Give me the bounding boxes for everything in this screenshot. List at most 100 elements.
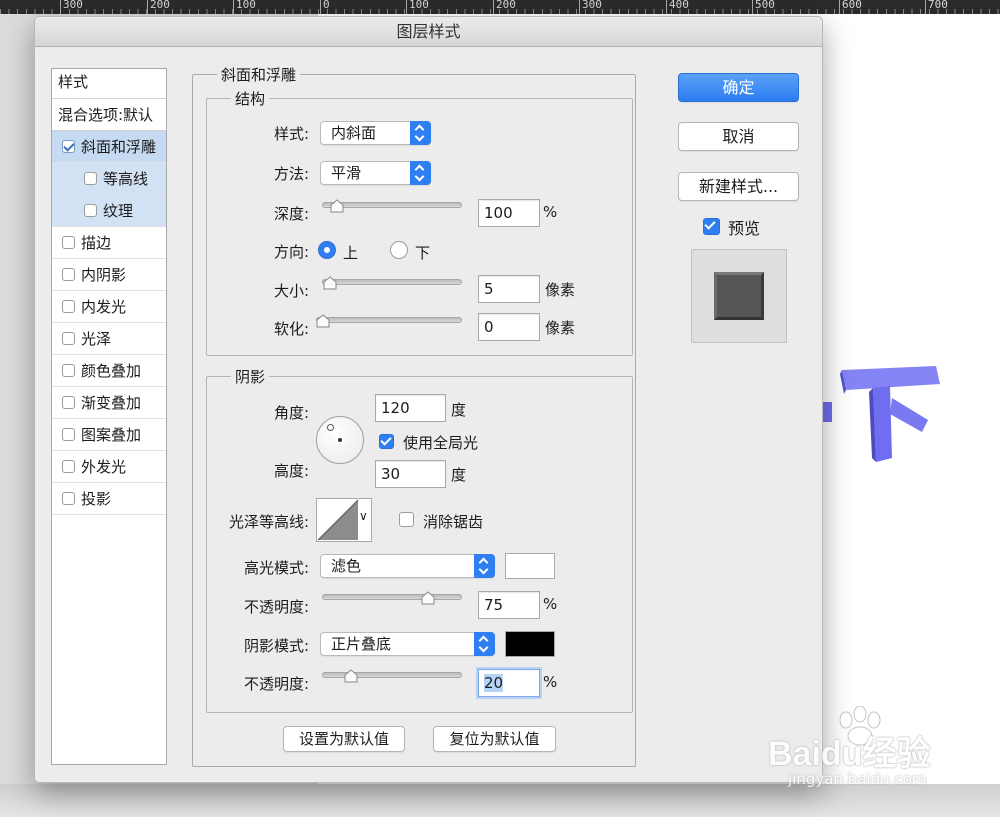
- style-item-label: 渐变叠加: [81, 393, 142, 412]
- ruler-label: 400: [669, 0, 689, 11]
- contour-chevron-down-icon[interactable]: ∨: [359, 509, 368, 523]
- preview-bevel-square: [714, 272, 764, 320]
- style-item-inner-glow[interactable]: 内发光: [52, 291, 166, 323]
- angle-dial-handle[interactable]: [327, 424, 334, 431]
- technique-select[interactable]: 平滑: [320, 161, 431, 185]
- style-item-gradient-overlay[interactable]: 渐变叠加: [52, 387, 166, 419]
- style-item-texture[interactable]: 纹理: [52, 195, 166, 227]
- horizontal-ruler: 300 200 100 0 100 200 300 400 500 600 70…: [0, 0, 1000, 14]
- depth-slider-thumb[interactable]: [329, 199, 345, 213]
- angle-dial[interactable]: [316, 416, 364, 464]
- highlight-mode-label: 高光模式:: [243, 559, 309, 577]
- color-overlay-checkbox[interactable]: [62, 364, 75, 377]
- style-item-contour[interactable]: 等高线: [52, 163, 166, 195]
- ruler-label: 500: [755, 0, 775, 11]
- anti-aliased-label[interactable]: 消除锯齿: [423, 511, 483, 532]
- soften-input[interactable]: 0: [478, 313, 540, 341]
- size-slider-thumb[interactable]: [322, 276, 338, 290]
- style-item-pattern-overlay[interactable]: 图案叠加: [52, 419, 166, 451]
- highlight-color-swatch[interactable]: [505, 553, 555, 579]
- drop-shadow-checkbox[interactable]: [62, 492, 75, 505]
- style-item-label: 内发光: [81, 297, 127, 316]
- bevel-style-select[interactable]: 内斜面: [320, 121, 431, 145]
- pattern-overlay-checkbox[interactable]: [62, 428, 75, 441]
- shadow-opacity-slider[interactable]: [322, 669, 462, 683]
- stroke-checkbox[interactable]: [62, 236, 75, 249]
- global-light-label[interactable]: 使用全局光: [403, 432, 478, 453]
- ruler-label: 300: [63, 0, 83, 11]
- ok-button[interactable]: 确定: [678, 73, 799, 102]
- style-list: 样式 混合选项:默认 斜面和浮雕 等高线 纹理 描边 内阴影 内发光 光泽 颜色…: [51, 68, 167, 765]
- style-label: 样式:: [273, 125, 309, 143]
- watermark-url: jingyan.baidu.com: [788, 770, 927, 788]
- global-light-checkbox[interactable]: [379, 434, 394, 449]
- style-item-bevel-emboss[interactable]: 斜面和浮雕: [52, 131, 166, 163]
- ruler-label: 100: [409, 0, 429, 11]
- reset-default-button[interactable]: 复位为默认值: [433, 726, 556, 752]
- direction-up-radio[interactable]: [318, 241, 336, 259]
- bevel-emboss-checkbox[interactable]: [62, 140, 75, 153]
- direction-down-label[interactable]: 下: [415, 242, 430, 263]
- style-list-header[interactable]: 样式: [52, 69, 166, 99]
- size-input[interactable]: 5: [478, 275, 540, 303]
- gradient-overlay-checkbox[interactable]: [62, 396, 75, 409]
- style-item-stroke[interactable]: 描边: [52, 227, 166, 259]
- bevel-style-value: 内斜面: [331, 124, 377, 142]
- contour-checkbox[interactable]: [84, 172, 97, 185]
- preview-checkbox[interactable]: [703, 218, 720, 235]
- highlight-mode-select[interactable]: 滤色: [320, 554, 495, 578]
- inner-glow-checkbox[interactable]: [62, 300, 75, 313]
- dialog-title[interactable]: 图层样式: [35, 17, 822, 47]
- ruler-major-tick: [233, 0, 234, 14]
- texture-checkbox[interactable]: [84, 204, 97, 217]
- ruler-major-tick: [406, 0, 407, 14]
- outer-glow-checkbox[interactable]: [62, 460, 75, 473]
- size-label: 大小:: [273, 282, 309, 300]
- shadow-opacity-thumb[interactable]: [343, 669, 359, 683]
- highlight-opacity-slider[interactable]: [322, 591, 462, 605]
- soften-slider-thumb[interactable]: [315, 314, 331, 328]
- depth-input[interactable]: 100: [478, 199, 540, 227]
- ruler-major-tick: [147, 0, 148, 14]
- style-preview-thumbnail: [691, 249, 787, 343]
- style-item-color-overlay[interactable]: 颜色叠加: [52, 355, 166, 387]
- cancel-button[interactable]: 取消: [678, 122, 799, 151]
- ruler-major-tick: [579, 0, 580, 14]
- style-item-satin[interactable]: 光泽: [52, 323, 166, 355]
- style-item-label: 斜面和浮雕: [81, 137, 157, 156]
- preview-label[interactable]: 预览: [728, 215, 760, 239]
- style-item-drop-shadow[interactable]: 投影: [52, 483, 166, 515]
- depth-slider[interactable]: [322, 199, 462, 213]
- size-slider[interactable]: [322, 276, 462, 290]
- shadow-opacity-input[interactable]: 20: [478, 669, 540, 697]
- style-item-outer-glow[interactable]: 外发光: [52, 451, 166, 483]
- altitude-label: 高度:: [273, 462, 309, 480]
- shadow-color-swatch[interactable]: [505, 631, 555, 657]
- shadow-opacity-selected-text: 20: [484, 674, 504, 692]
- direction-up-label[interactable]: 上: [343, 242, 358, 263]
- layer-style-dialog: 图层样式 样式 混合选项:默认 斜面和浮雕 等高线 纹理 描边 内阴影 内发光: [34, 16, 823, 783]
- shadow-mode-value: 正片叠底: [331, 635, 392, 653]
- gloss-contour-picker[interactable]: ∨: [316, 498, 372, 542]
- highlight-opacity-input[interactable]: 75: [478, 591, 540, 619]
- style-item-label: 等高线: [103, 169, 149, 188]
- altitude-input[interactable]: 30: [375, 460, 446, 488]
- inner-shadow-checkbox[interactable]: [62, 268, 75, 281]
- shadow-mode-select[interactable]: 正片叠底: [320, 632, 495, 656]
- select-arrows-icon: [410, 121, 431, 145]
- direction-down-radio[interactable]: [390, 241, 408, 259]
- anti-aliased-checkbox[interactable]: [399, 512, 414, 527]
- style-item-inner-shadow[interactable]: 内阴影: [52, 259, 166, 291]
- satin-checkbox[interactable]: [62, 332, 75, 345]
- make-default-button[interactable]: 设置为默认值: [283, 726, 405, 752]
- angle-input[interactable]: 120: [375, 394, 446, 422]
- soften-slider[interactable]: [316, 314, 462, 328]
- soften-label: 软化:: [273, 320, 309, 338]
- highlight-mode-value: 滤色: [331, 557, 362, 575]
- technique-label: 方法:: [273, 165, 309, 183]
- altitude-unit: 度: [451, 466, 467, 484]
- new-style-button[interactable]: 新建样式...: [678, 172, 799, 201]
- highlight-opacity-thumb[interactable]: [420, 591, 436, 605]
- ruler-label: 100: [236, 0, 256, 11]
- blending-options-item[interactable]: 混合选项:默认: [52, 99, 166, 131]
